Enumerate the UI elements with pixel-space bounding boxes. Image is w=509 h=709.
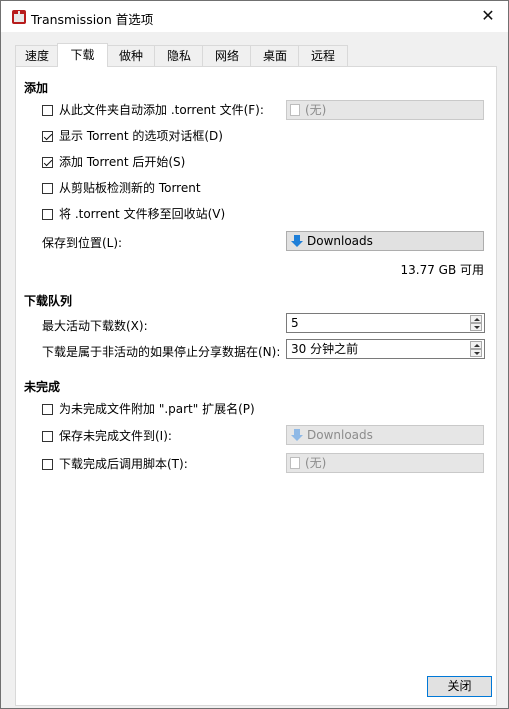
save-to-value: Downloads bbox=[307, 234, 373, 248]
incomplete-dir-chooser[interactable]: Downloads bbox=[286, 425, 484, 445]
script-value: (无) bbox=[305, 456, 327, 470]
clipboard-detect-checkbox[interactable] bbox=[42, 183, 53, 194]
free-space-text: 13.77 GB 可用 bbox=[400, 263, 484, 277]
part-ext-checkbox[interactable] bbox=[42, 404, 53, 415]
tab-speed[interactable]: 速度 bbox=[15, 45, 59, 66]
close-button[interactable]: 关闭 bbox=[427, 676, 492, 697]
section-heading-queue: 下载队列 bbox=[24, 294, 73, 308]
watch-dir-checkbox[interactable] bbox=[42, 105, 53, 116]
trash-torrent-checkbox-row[interactable]: 将 .torrent 文件移至回收站(V) bbox=[42, 205, 225, 223]
start-after-add-checkbox[interactable] bbox=[42, 157, 53, 168]
script-checkbox[interactable] bbox=[42, 459, 53, 470]
section-heading-add: 添加 bbox=[24, 81, 49, 95]
idle-stop-spinbox[interactable]: 30 分钟之前 bbox=[286, 339, 485, 359]
show-options-checkbox-row[interactable]: 显示 Torrent 的选项对话框(D) bbox=[42, 127, 223, 145]
spin-down-icon[interactable] bbox=[470, 349, 482, 357]
max-active-stepper bbox=[470, 315, 483, 331]
tab-seeding[interactable]: 做种 bbox=[106, 45, 156, 66]
preferences-window: Transmission 首选项 ✕ 速度 下载 做种 隐私 网络 桌面 远程 … bbox=[0, 0, 509, 709]
tab-downloading[interactable]: 下载 bbox=[57, 43, 108, 67]
save-to-folder-chooser[interactable]: Downloads bbox=[286, 231, 484, 251]
tab-remote[interactable]: 远程 bbox=[298, 45, 348, 66]
incomplete-dir-label: 保存未完成文件到(I): bbox=[59, 429, 172, 443]
file-icon bbox=[290, 104, 300, 116]
script-checkbox-row[interactable]: 下载完成后调用脚本(T): bbox=[42, 455, 188, 473]
tab-privacy[interactable]: 隐私 bbox=[154, 45, 204, 66]
trash-torrent-label: 将 .torrent 文件移至回收站(V) bbox=[59, 207, 226, 221]
trash-torrent-checkbox[interactable] bbox=[42, 209, 53, 220]
incomplete-dir-value: Downloads bbox=[307, 428, 373, 442]
spin-up-icon[interactable] bbox=[470, 315, 482, 323]
downloading-panel: 添加 从此文件夹自动添加 .torrent 文件(F): (无) 显示 Torr… bbox=[15, 66, 497, 706]
transmission-app-icon bbox=[12, 10, 26, 24]
idle-stop-stepper bbox=[470, 341, 483, 357]
show-options-label: 显示 Torrent 的选项对话框(D) bbox=[59, 129, 223, 143]
download-arrow-icon bbox=[291, 235, 303, 247]
spin-down-icon[interactable] bbox=[470, 323, 482, 331]
incomplete-dir-checkbox[interactable] bbox=[42, 431, 53, 442]
max-active-spinbox[interactable]: 5 bbox=[286, 313, 485, 333]
file-icon bbox=[290, 457, 300, 469]
script-chooser[interactable]: (无) bbox=[286, 453, 484, 473]
max-active-label: 最大活动下载数(X): bbox=[42, 319, 148, 333]
close-icon[interactable]: ✕ bbox=[474, 3, 502, 29]
title-bar: Transmission 首选项 ✕ bbox=[1, 1, 508, 32]
watch-dir-value: (无) bbox=[305, 103, 327, 117]
watch-dir-chooser[interactable]: (无) bbox=[286, 100, 484, 120]
idle-stop-value: 30 分钟之前 bbox=[291, 342, 359, 356]
part-ext-label: 为未完成文件附加 ".part" 扩展名(P) bbox=[59, 402, 255, 416]
tab-desktop[interactable]: 桌面 bbox=[250, 45, 300, 66]
watch-dir-checkbox-row[interactable]: 从此文件夹自动添加 .torrent 文件(F): bbox=[42, 101, 264, 119]
window-title: Transmission 首选项 bbox=[31, 12, 154, 27]
script-label: 下载完成后调用脚本(T): bbox=[59, 457, 188, 471]
save-to-label: 保存到位置(L): bbox=[42, 236, 123, 250]
watch-dir-label: 从此文件夹自动添加 .torrent 文件(F): bbox=[59, 103, 264, 117]
start-after-add-label: 添加 Torrent 后开始(S) bbox=[59, 155, 186, 169]
incomplete-dir-checkbox-row[interactable]: 保存未完成文件到(I): bbox=[42, 427, 172, 445]
tab-network[interactable]: 网络 bbox=[202, 45, 252, 66]
spin-up-icon[interactable] bbox=[470, 341, 482, 349]
max-active-value: 5 bbox=[291, 316, 299, 330]
section-heading-incomplete: 未完成 bbox=[24, 380, 61, 394]
start-after-add-checkbox-row[interactable]: 添加 Torrent 后开始(S) bbox=[42, 153, 185, 171]
clipboard-detect-checkbox-row[interactable]: 从剪贴板检测新的 Torrent bbox=[42, 179, 201, 197]
download-arrow-icon bbox=[291, 429, 303, 441]
idle-stop-label: 下载是属于非活动的如果停止分享数据在(N): bbox=[42, 345, 281, 359]
clipboard-detect-label: 从剪贴板检测新的 Torrent bbox=[59, 181, 201, 195]
part-ext-checkbox-row[interactable]: 为未完成文件附加 ".part" 扩展名(P) bbox=[42, 400, 255, 418]
show-options-checkbox[interactable] bbox=[42, 131, 53, 142]
